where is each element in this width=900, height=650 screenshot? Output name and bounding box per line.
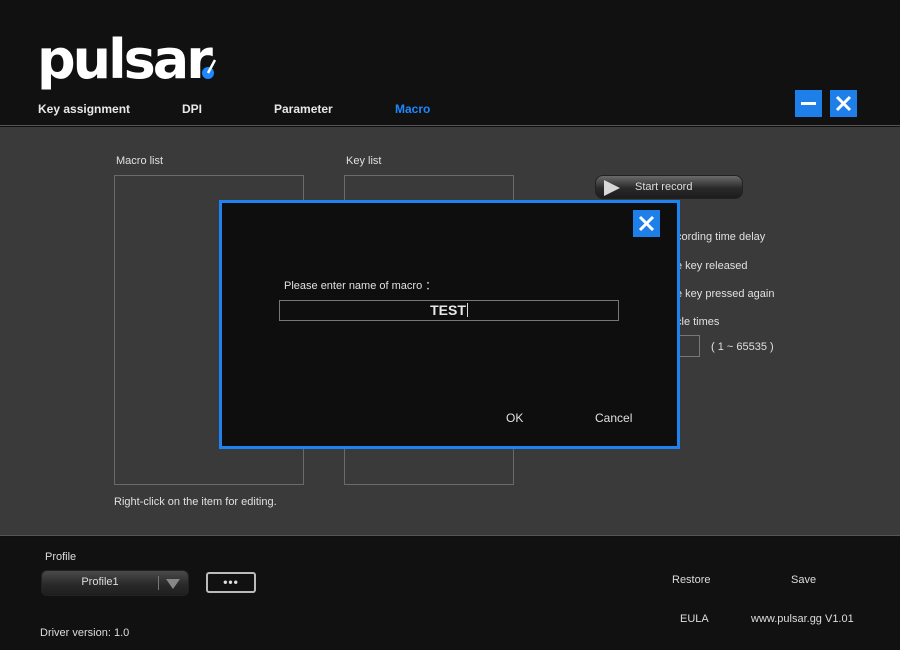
restore-button[interactable]: Restore <box>672 574 711 586</box>
profile-value: Profile1 <box>81 576 119 588</box>
more-icon: ••• <box>223 575 239 589</box>
profile-more-button[interactable]: ••• <box>206 572 256 593</box>
eula-link[interactable]: EULA <box>680 613 709 625</box>
dialog-close-button[interactable] <box>633 210 660 237</box>
tab-macro[interactable]: Macro <box>395 102 430 116</box>
option-key-pressed-again[interactable]: e key pressed again <box>676 288 774 300</box>
logo-mark-icon <box>202 59 217 79</box>
key-list-label: Key list <box>346 155 382 167</box>
text-caret <box>466 303 468 317</box>
ok-button[interactable]: OK <box>506 411 523 425</box>
macro-name-dialog: Please enter name of macro ： TEST OK Can… <box>219 200 680 449</box>
close-window-button[interactable] <box>830 90 857 117</box>
cancel-button[interactable]: Cancel <box>595 411 632 425</box>
option-recording-delay[interactable]: cording time delay <box>676 231 765 243</box>
option-key-released[interactable]: e key released <box>676 260 748 272</box>
macro-name-value: TEST <box>430 302 466 318</box>
close-icon <box>835 95 852 112</box>
tab-dpi[interactable]: DPI <box>182 102 202 116</box>
start-record-label: Start record <box>635 181 693 193</box>
site-version: www.pulsar.gg V1.01 <box>751 613 854 625</box>
macro-name-prompt: Please enter name of macro ： <box>284 280 437 292</box>
header: pulsar Key assignment DPI Parameter Macr… <box>0 0 900 126</box>
minimize-button[interactable] <box>795 90 822 117</box>
select-divider <box>158 576 159 590</box>
cycle-range-label: ( 1 ~ 65535 ) <box>711 341 774 353</box>
play-icon <box>604 180 620 196</box>
tab-parameter[interactable]: Parameter <box>274 102 333 116</box>
edit-hint: Right-click on the item for editing. <box>114 496 277 508</box>
close-icon <box>638 215 655 232</box>
footer: Profile Profile1 ••• Driver version: 1.0… <box>0 537 900 650</box>
driver-version: Driver version: 1.0 <box>40 627 130 639</box>
macro-name-input[interactable]: TEST <box>279 300 619 321</box>
pulsar-logo: pulsar <box>37 28 213 91</box>
macro-list-label: Macro list <box>116 155 164 167</box>
profile-select[interactable]: Profile1 <box>41 570 189 596</box>
start-record-button[interactable]: Start record <box>595 175 743 199</box>
chevron-down-icon <box>166 579 180 589</box>
option-cycle-times[interactable]: cle times <box>676 316 719 328</box>
profile-label: Profile <box>45 551 77 563</box>
tab-key-assignment[interactable]: Key assignment <box>38 102 130 116</box>
save-button[interactable]: Save <box>791 574 816 586</box>
